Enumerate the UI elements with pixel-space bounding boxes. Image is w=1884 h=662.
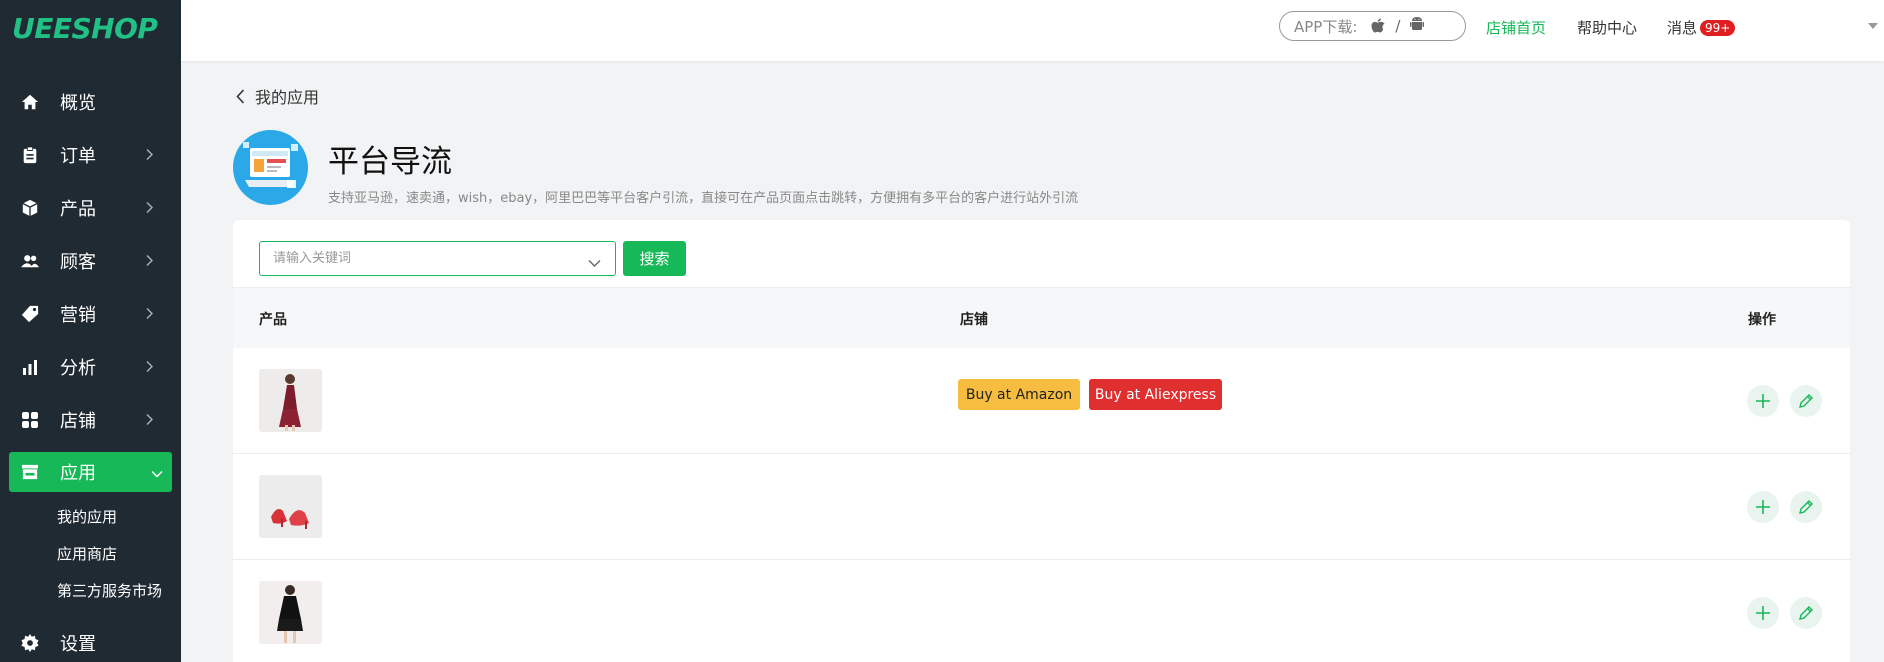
sidebar-item-label: 营销 [60,304,96,326]
bar-chart-icon [20,357,40,377]
app-download-box: APP下载: / [1279,11,1466,41]
sidebar-item-customers[interactable]: 顾客 [0,234,181,287]
logo[interactable]: UEESHOP [0,0,181,58]
table-header: 产品 店铺 操作 [233,287,1850,348]
edit-icon[interactable] [1790,491,1822,523]
buy-at-aliexpress-button[interactable]: Buy at Aliexpress [1089,379,1222,410]
product-thumbnail[interactable] [259,581,322,644]
table-row: Buy at Amazon Buy at Aliexpress [233,348,1850,454]
sidebar-item-label: 概览 [60,92,96,114]
chevron-right-icon [145,409,154,430]
apps-subnav: 我的应用 应用商店 第三方服务市场 [0,499,181,610]
sidebar: UEESHOP 概览 订单 产品 顾客 营销 分析 店铺 应用 我的应用 应用商… [0,0,181,662]
breadcrumb-label: 我的应用 [255,88,320,107]
edit-icon[interactable] [1790,597,1822,629]
column-header-actions: 操作 [1748,312,1776,328]
messages-label: 消息 [1667,19,1698,37]
chevron-right-icon [145,144,154,165]
users-icon [20,251,40,271]
app-download-label: APP下载: [1294,17,1358,36]
column-header-product: 产品 [259,312,287,328]
add-icon[interactable] [1747,385,1779,417]
help-center-link[interactable]: 帮助中心 [1577,17,1637,38]
table-row [233,454,1850,560]
sidebar-nav: 概览 订单 产品 顾客 营销 分析 店铺 应用 [0,75,181,492]
gear-icon [20,633,40,653]
page-title: 平台导流 [328,144,452,180]
tag-icon [20,304,40,324]
sidebar-item-label: 订单 [60,145,96,167]
sidebar-item-orders[interactable]: 订单 [0,128,181,181]
sidebar-item-overview[interactable]: 概览 [0,75,181,128]
subnav-my-apps[interactable]: 我的应用 [0,499,181,536]
subnav-app-store[interactable]: 应用商店 [0,536,181,573]
apple-icon[interactable] [1371,18,1385,35]
chevron-down-icon[interactable] [588,253,601,272]
sidebar-item-label: 产品 [60,198,96,220]
subnav-third-party-market[interactable]: 第三方服务市场 [0,573,181,610]
add-icon[interactable] [1747,597,1779,629]
add-icon[interactable] [1747,491,1779,523]
download-separator: / [1395,17,1401,35]
sidebar-item-apps[interactable]: 应用 [9,452,172,492]
search-button[interactable]: 搜索 [623,241,686,276]
chevron-right-icon [145,197,154,218]
sidebar-item-products[interactable]: 产品 [0,181,181,234]
sidebar-item-label: 店铺 [60,410,96,432]
breadcrumb[interactable]: 我的应用 [236,84,319,108]
product-thumbnail[interactable] [259,475,322,538]
sidebar-item-label: 应用 [60,463,96,484]
box-icon [20,198,40,218]
search-input-wrapper [259,241,616,276]
clipboard-icon [20,145,40,165]
grid-icon [20,410,40,430]
chevron-right-icon [145,250,154,271]
user-menu-caret-icon[interactable] [1868,23,1878,29]
chevron-left-icon [236,88,245,104]
page-description: 支持亚马逊，速卖通，wish，ebay，阿里巴巴等平台客户引流，直接可在产品页面… [328,191,1079,206]
sidebar-item-settings[interactable]: 设置 [0,616,181,662]
logo-text: UEESHOP [12,12,158,45]
sidebar-item-label: 顾客 [60,251,96,273]
buy-at-amazon-button[interactable]: Buy at Amazon [958,379,1080,410]
sidebar-item-analytics[interactable]: 分析 [0,340,181,393]
messages-badge: 99+ [1700,20,1736,36]
sidebar-item-label: 分析 [60,357,96,379]
edit-icon[interactable] [1790,385,1822,417]
store-home-link[interactable]: 店铺首页 [1486,17,1546,38]
product-thumbnail[interactable] [259,369,322,432]
home-icon [20,92,40,112]
store-icon [20,462,40,482]
chevron-down-icon [151,462,163,483]
app-logo [233,130,308,205]
search-input[interactable] [273,251,573,266]
android-icon[interactable] [1410,16,1425,36]
main-panel: 搜索 产品 店铺 操作 Buy at Amazon Buy at Aliexpr… [233,220,1850,662]
sidebar-item-label: 设置 [60,633,96,655]
chevron-right-icon [145,356,154,377]
sidebar-item-store[interactable]: 店铺 [0,393,181,446]
column-header-store: 店铺 [960,312,988,328]
chevron-right-icon [145,303,154,324]
sidebar-item-marketing[interactable]: 营销 [0,287,181,340]
table-row [233,560,1850,662]
top-bar: APP下载: / 店铺首页 帮助中心 消息 99+ [181,0,1884,61]
messages-link[interactable]: 消息 99+ [1667,17,1736,38]
